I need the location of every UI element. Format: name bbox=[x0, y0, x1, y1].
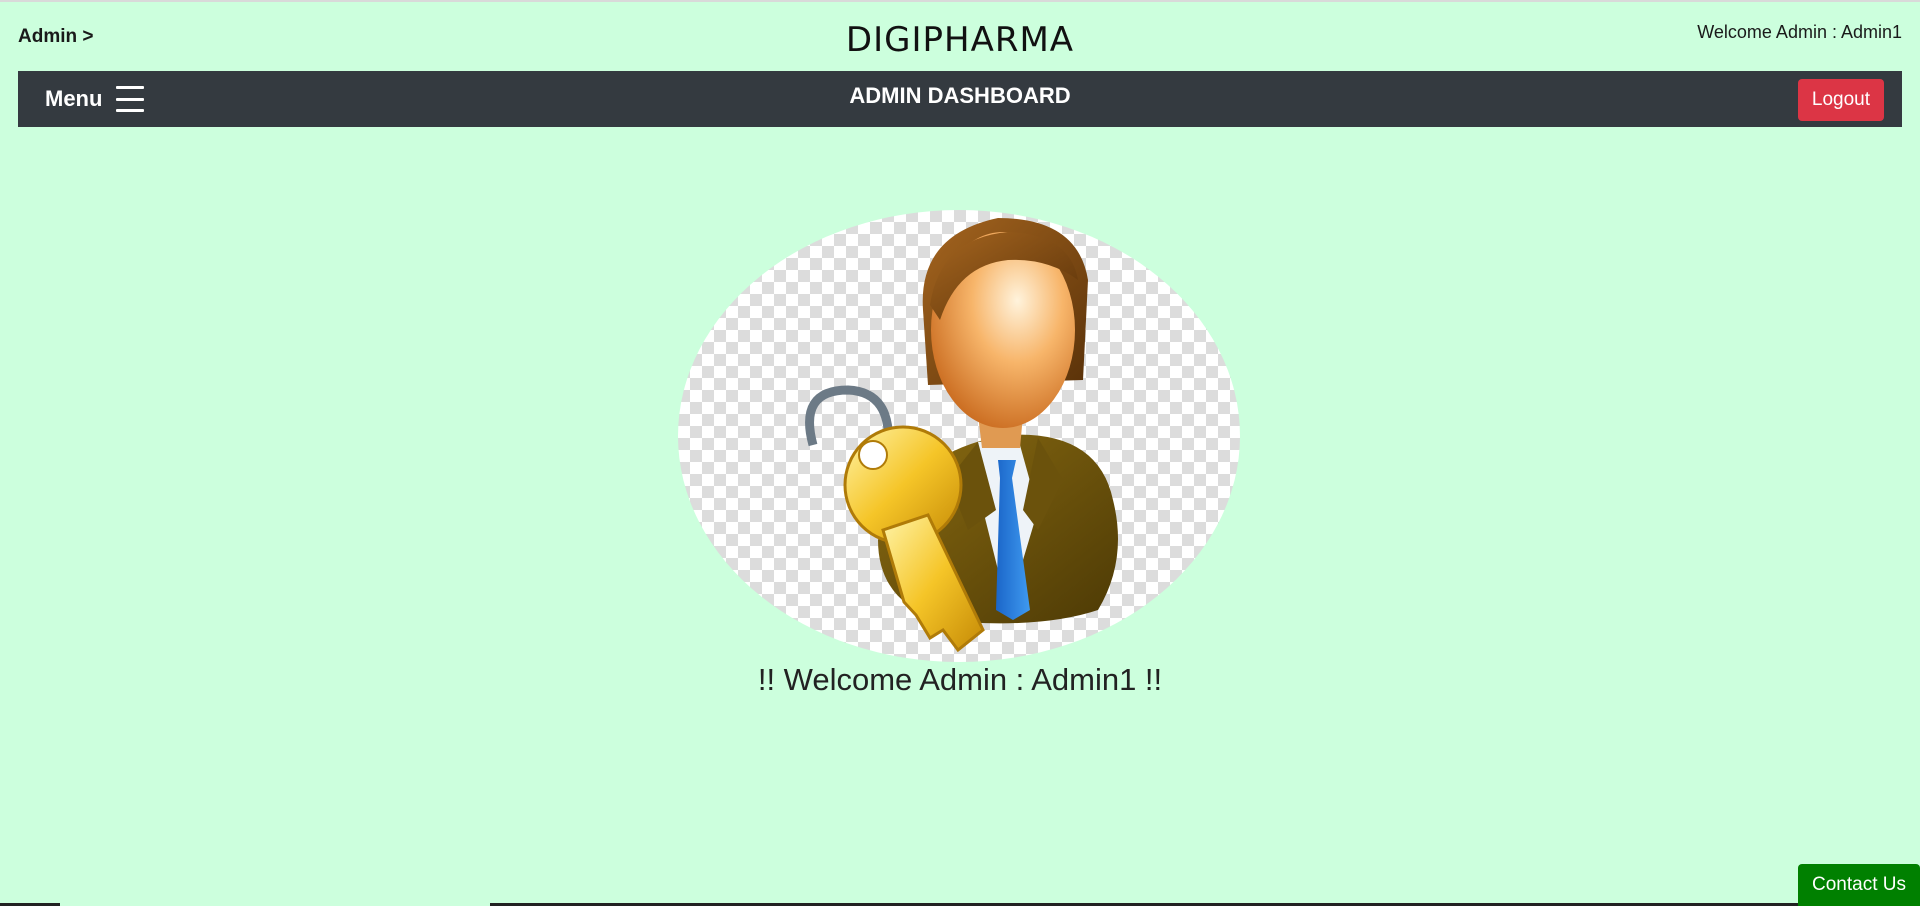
admin-key-icon bbox=[805, 218, 1118, 653]
brand-title: DIGIPHARMA bbox=[845, 20, 1075, 60]
welcome-message: !! Welcome Admin : Admin1 !! bbox=[757, 662, 1163, 697]
contact-us-button[interactable]: Contact Us bbox=[1798, 864, 1920, 906]
welcome-user-text: Welcome Admin : Admin1 bbox=[1697, 22, 1902, 42]
admin-avatar bbox=[678, 210, 1240, 662]
page-title: ADMIN DASHBOARD bbox=[849, 83, 1071, 108]
logout-button[interactable]: Logout bbox=[1797, 79, 1884, 121]
top-navbar: Menu ADMIN DASHBOARD Logout bbox=[18, 71, 1902, 127]
